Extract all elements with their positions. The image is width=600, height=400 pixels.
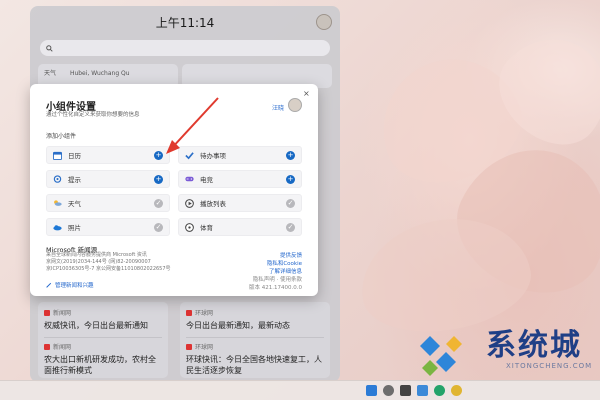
account-avatar[interactable] [288, 98, 302, 112]
close-icon[interactable]: × [303, 89, 310, 98]
privacy-terms-link[interactable]: 隐私声明 · 使用条款 [249, 276, 302, 284]
news-source-label: 环球网 [195, 344, 214, 351]
add-widgets-heading: 添加小组件 [46, 133, 77, 140]
news-source-logo [44, 343, 50, 350]
todo-check-icon [185, 151, 194, 160]
learn-more-link[interactable]: 了解详细信息 [249, 268, 302, 276]
user-avatar[interactable] [316, 14, 332, 30]
search-bar[interactable] [40, 40, 330, 56]
news-source-line[interactable]: 京ICP10036305号-7 京公网安备11010802022657号 [46, 266, 196, 273]
widget-item-playlist[interactable]: 播放列表 ✓ [178, 194, 302, 212]
photos-cloud-icon [53, 223, 62, 232]
manage-news-label: 管理新闻和兴趣 [55, 283, 94, 289]
widget-label: 日历 [68, 152, 81, 160]
add-widget-button[interactable]: + [154, 174, 163, 184]
widget-label: 体育 [200, 224, 213, 232]
widget-item-tips[interactable]: 提示 + [46, 170, 170, 188]
feedback-link[interactable]: 提供反馈 [249, 252, 302, 260]
watermark-diamond-icon [420, 336, 462, 376]
news-source-line: 来自全球新闻内容服务提供商 Microsoft 资讯 [46, 252, 147, 258]
dialog-subtitle: 通过个性化自定义来获取你想要的信息 [46, 112, 140, 118]
widgets-icon[interactable] [417, 385, 428, 396]
add-widget-button[interactable]: + [286, 150, 295, 160]
watermark-logo: 系统城 XITONGCHENG.COM [410, 316, 600, 386]
widget-label: 待办事项 [200, 152, 226, 160]
tips-bulb-icon [53, 174, 62, 184]
widget-label: 播放列表 [200, 200, 226, 208]
news-divider [186, 337, 324, 338]
weather-widget-title: 天气 [44, 70, 57, 77]
news-source-logo [44, 309, 50, 316]
news-source-logo [186, 343, 192, 350]
weather-widget-location: Hubei, Wuchang Qu [69, 70, 130, 77]
news-source: 环球网 [186, 342, 324, 351]
widget-settings-dialog: × 小组件设置 通过个性化自定义来获取你想要的信息 汪晓 添加小组件 日历 + … [30, 84, 318, 296]
news-card[interactable]: 新闻网 权威快讯，今日出台最新通知 新闻网 农大出口新机研发成功，农村全面推行新… [38, 302, 168, 378]
news-card[interactable]: 环球网 今日出台最新通知，最新动态 环球网 环球快讯：今日全国各地快速复工，人民… [180, 302, 330, 378]
news-title[interactable]: 权威快讯，今日出台最新通知 [44, 320, 162, 331]
watermark-text: 系统城 [486, 328, 582, 363]
widget-item-weather[interactable]: 天气 ✓ [46, 194, 170, 212]
news-source-logo [186, 309, 192, 316]
widget-label: 天气 [68, 200, 81, 208]
news-source-details: 来自全球新闻内容服务提供商 Microsoft 资讯 京网文(2019)2034… [46, 252, 196, 273]
widget-item-calendar[interactable]: 日历 + [46, 146, 170, 164]
widget-label: 电竞 [200, 176, 213, 184]
calendar-icon [53, 151, 62, 160]
news-source: 环球网 [186, 308, 324, 317]
widget-added-check-icon: ✓ [286, 198, 295, 208]
news-source-label: 新闻网 [53, 344, 72, 351]
edge-icon[interactable] [434, 385, 445, 396]
news-source: 新闻网 [44, 308, 162, 317]
chrome-icon[interactable] [451, 385, 462, 396]
panel-time: 上午11:14 [155, 16, 215, 30]
widget-added-check-icon: ✓ [286, 222, 295, 232]
manage-news-link[interactable]: 管理新闻和兴趣 [46, 281, 94, 289]
news-source: 新闻网 [44, 342, 162, 351]
widget-item-photos[interactable]: 照片 ✓ [46, 218, 170, 236]
news-source-label: 新闻网 [53, 310, 72, 317]
dialog-links: 提供反馈 隐私和Cookie 了解详细信息 隐私声明 · 使用条款 版本 421… [249, 252, 302, 292]
news-divider [44, 337, 162, 338]
weather-icon [53, 199, 62, 208]
add-widget-button[interactable]: + [154, 150, 163, 160]
taskbar-icons [366, 385, 462, 396]
widget-added-check-icon: ✓ [154, 222, 163, 232]
playlist-icon [185, 198, 194, 208]
watermark-sub: XITONGCHENG.COM [506, 362, 593, 370]
news-source-label: 环球网 [195, 310, 214, 317]
widget-item-todo[interactable]: 待办事项 + [178, 146, 302, 164]
search-icon[interactable] [383, 385, 394, 396]
news-source-line: 京网文(2019)2034-144号 (网)82-20090007 [46, 259, 151, 265]
version-label: 版本 421.17400.0.0 [249, 285, 302, 291]
news-title[interactable]: 环球快讯：今日全国各地快速复工，人民生活逐步恢复 [186, 354, 324, 376]
news-title[interactable]: 农大出口新机研发成功，农村全面推行新模式 [44, 354, 162, 376]
account-name-link[interactable]: 汪晓 [272, 103, 284, 112]
widget-added-check-icon: ✓ [154, 198, 163, 208]
widget-label: 照片 [68, 224, 81, 232]
gamepad-icon [185, 175, 194, 184]
pencil-icon [46, 282, 52, 288]
task-view-icon[interactable] [400, 385, 411, 396]
add-widget-button[interactable]: + [286, 174, 295, 184]
sports-icon [185, 222, 194, 232]
privacy-cookie-link[interactable]: 隐私和Cookie [249, 260, 302, 268]
widget-item-esports[interactable]: 电竞 + [178, 170, 302, 188]
widget-label: 提示 [68, 176, 81, 184]
widget-item-sports[interactable]: 体育 ✓ [178, 218, 302, 236]
search-icon [46, 44, 53, 52]
start-icon[interactable] [366, 385, 377, 396]
news-title[interactable]: 今日出台最新通知，最新动态 [186, 320, 324, 331]
